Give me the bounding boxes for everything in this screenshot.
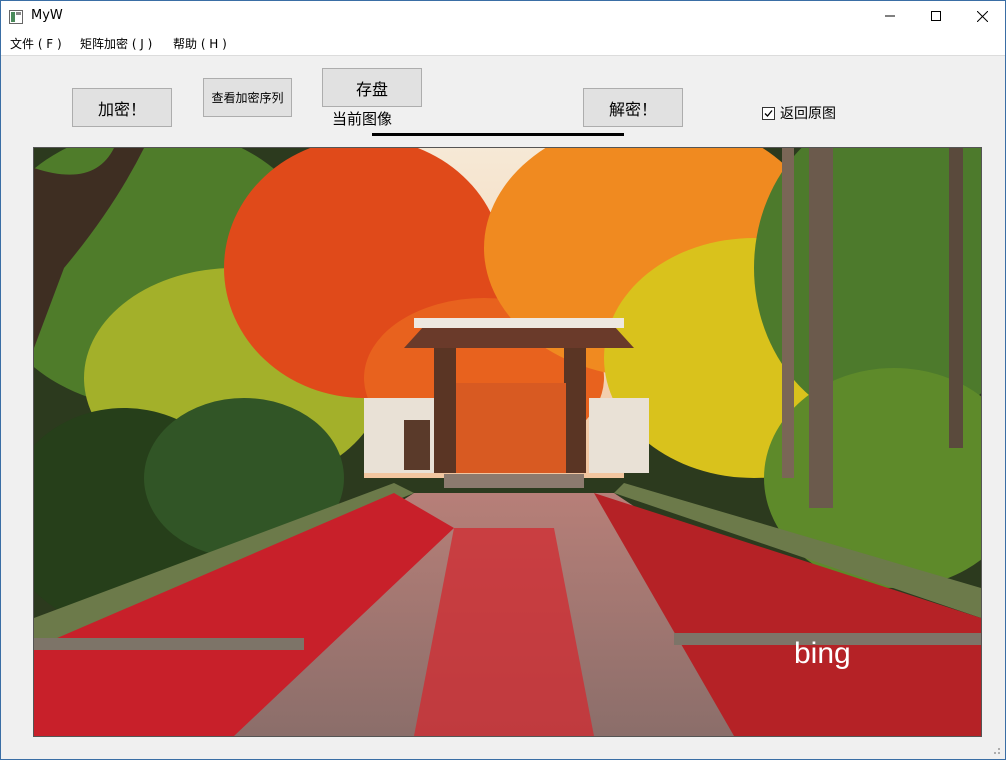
divider bbox=[372, 133, 624, 136]
menu-bar: 文件 ( F ) 矩阵加密 ( J ) 帮助 ( H ) bbox=[1, 31, 1005, 56]
menu-file[interactable]: 文件 ( F ) bbox=[10, 35, 62, 52]
current-image: bing bbox=[33, 147, 982, 737]
bing-watermark: bing bbox=[794, 637, 851, 670]
maximize-button[interactable] bbox=[913, 1, 959, 31]
close-button[interactable] bbox=[959, 1, 1005, 31]
window-title: MyW bbox=[31, 8, 63, 23]
app-window: MyW 文件 ( F ) 矩阵加密 ( J ) 帮助 ( H ) 加密！ 查看加… bbox=[0, 0, 1006, 760]
close-icon bbox=[976, 10, 988, 22]
title-bar: MyW bbox=[1, 1, 1005, 31]
view-sequence-button[interactable]: 查看加密序列 bbox=[203, 78, 292, 117]
current-image-label: 当前图像 bbox=[332, 110, 393, 128]
autumn-photo: bing bbox=[34, 148, 981, 736]
decrypt-button[interactable]: 解密！ bbox=[583, 88, 683, 127]
menu-help[interactable]: 帮助 ( H ) bbox=[173, 35, 227, 52]
save-button[interactable]: 存盘 bbox=[322, 68, 422, 107]
checkmark-icon bbox=[764, 109, 773, 117]
minimize-icon bbox=[885, 15, 895, 17]
restore-label: 返回原图 bbox=[780, 106, 836, 122]
menu-matrix-encrypt[interactable]: 矩阵加密 ( J ) bbox=[80, 35, 152, 52]
resize-grip-icon[interactable] bbox=[991, 745, 1001, 755]
restore-checkbox[interactable]: 返回原图 bbox=[762, 103, 836, 123]
encrypt-button[interactable]: 加密！ bbox=[72, 88, 172, 127]
minimize-button[interactable] bbox=[867, 1, 913, 31]
maximize-icon bbox=[931, 11, 941, 21]
app-icon bbox=[9, 9, 23, 24]
checkbox-box[interactable] bbox=[762, 106, 775, 120]
